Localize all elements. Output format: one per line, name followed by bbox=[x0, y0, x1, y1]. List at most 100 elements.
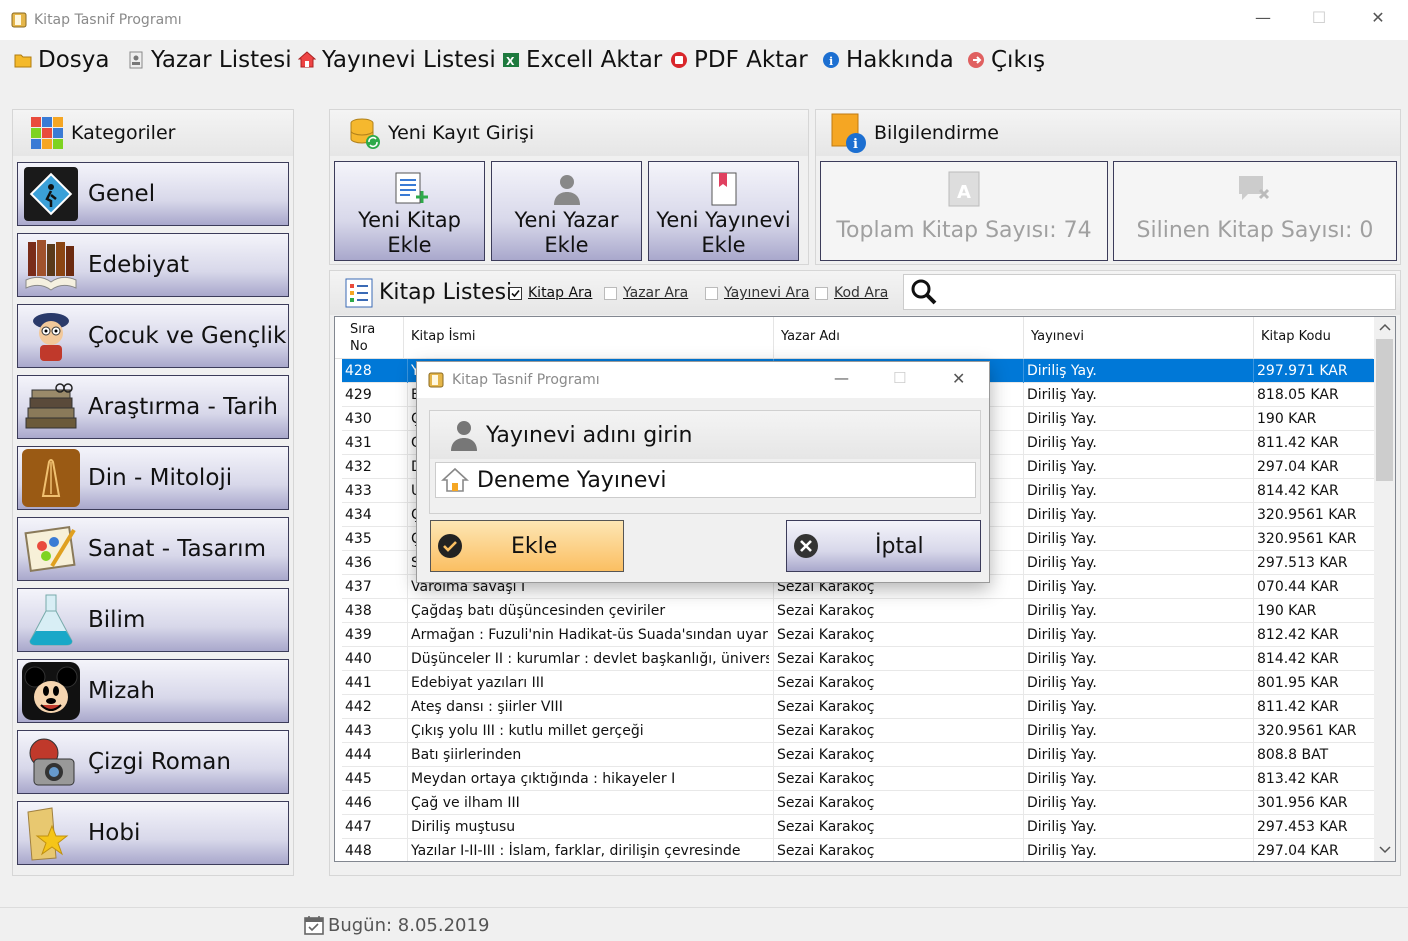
table-row[interactable]: 443 Çıkış yolu III : kutlu millet gerçeği… bbox=[342, 719, 1374, 743]
table-cell: Meydan ortaya çıktığında : hikayeler I bbox=[407, 767, 769, 791]
table-row[interactable]: 448 Yazılar I-II-III : İslam, farklar, di… bbox=[342, 839, 1374, 861]
table-cell: Düşünceler II : kurumlar : devlet başkan… bbox=[407, 647, 769, 671]
search-publisher-option[interactable]: Yayınevi Ara bbox=[705, 285, 809, 301]
minimize-button[interactable]: — bbox=[1251, 8, 1275, 27]
iptal-button[interactable]: İptal bbox=[786, 520, 981, 572]
table-row[interactable]: 441 Edebiyat yazıları III Sezai Karakoç Dir… bbox=[342, 671, 1374, 695]
book-a-icon: A bbox=[948, 171, 980, 207]
ekle-button[interactable]: Ekle bbox=[430, 520, 624, 572]
category-sanat-tasarim[interactable]: Sanat - Tasarım bbox=[17, 517, 289, 581]
search-publisher-checkbox[interactable] bbox=[705, 286, 718, 300]
category-hobi[interactable]: Hobi bbox=[17, 801, 289, 865]
table-row[interactable]: 440 Düşünceler II : kurumlar : devlet baş… bbox=[342, 647, 1374, 671]
category-mizah[interactable]: Mizah bbox=[17, 659, 289, 723]
close-button[interactable]: ✕ bbox=[1366, 8, 1390, 27]
comic-camera-icon bbox=[20, 732, 82, 792]
category-genel[interactable]: Genel bbox=[17, 162, 289, 226]
col-sira-no[interactable]: Sıra No bbox=[350, 321, 375, 355]
table-cell: 447 bbox=[345, 819, 372, 835]
category-cizgi-roman[interactable]: Çizgi Roman bbox=[17, 730, 289, 794]
dialog-maximize-button[interactable]: ☐ bbox=[893, 369, 906, 387]
table-cell: 438 bbox=[345, 603, 372, 619]
user-icon bbox=[451, 421, 477, 451]
dialog-minimize-button[interactable]: — bbox=[834, 369, 849, 387]
col-yayinevi[interactable]: Yayınevi bbox=[1031, 329, 1084, 344]
menu-yazar-listesi[interactable]: Yazar Listesi bbox=[127, 45, 292, 75]
search-code-checkbox[interactable] bbox=[815, 286, 828, 300]
praying-hands-icon bbox=[20, 448, 82, 508]
search-author-option[interactable]: Yazar Ara bbox=[604, 285, 688, 301]
table-cell: 070.44 KAR bbox=[1253, 575, 1374, 599]
category-cocuk-genclik[interactable]: Çocuk ve Gençlik bbox=[17, 304, 289, 368]
search-book-checkbox[interactable] bbox=[509, 286, 522, 300]
vertical-scrollbar[interactable] bbox=[1374, 317, 1395, 861]
search-code-option[interactable]: Kod Ara bbox=[815, 285, 888, 301]
table-cell: Armağan : Fuzuli'nin Hadikat-üs Suada'sı… bbox=[407, 623, 769, 647]
maximize-button[interactable]: ☐ bbox=[1307, 8, 1331, 27]
excel-icon: X bbox=[503, 53, 519, 68]
search-box[interactable] bbox=[903, 274, 1396, 310]
table-cell: Diriliş Yay. bbox=[1023, 431, 1249, 455]
scroll-up-icon[interactable] bbox=[1379, 322, 1391, 332]
new-publisher-button[interactable]: Yeni Yayınevi Ekle bbox=[648, 161, 799, 261]
table-cell: Diriliş Yay. bbox=[1023, 407, 1249, 431]
menu-pdf-aktar[interactable]: PDF Aktar bbox=[670, 45, 808, 75]
menu-hakkinda[interactable]: i Hakkında bbox=[822, 45, 954, 75]
col-kitap-kodu[interactable]: Kitap Kodu bbox=[1261, 329, 1331, 344]
category-bilim[interactable]: Bilim bbox=[17, 588, 289, 652]
general-icon bbox=[20, 164, 82, 224]
table-row[interactable]: 446 Çağ ve ilham III Sezai Karakoç Diriliş … bbox=[342, 791, 1374, 815]
category-arastirma-tarih[interactable]: Araştırma - Tarih bbox=[17, 375, 289, 439]
new-author-button[interactable]: Yeni Yazar Ekle bbox=[491, 161, 642, 261]
menu-excell-aktar[interactable]: X Excell Aktar bbox=[502, 45, 662, 75]
status-bar: Bugün: 8.05.2019 bbox=[303, 914, 489, 936]
dialog-prompt-header: Yayınevi adını girin bbox=[430, 411, 980, 459]
menu-yayinevi-listesi[interactable]: Yayınevi Listesi bbox=[298, 45, 496, 75]
search-icon bbox=[911, 279, 937, 305]
table-cell: Sezai Karakoç bbox=[773, 839, 1019, 861]
publisher-dialog: Kitap Tasnif Programı — ☐ ✕ Yayınevi adı… bbox=[416, 361, 990, 583]
table-cell: Diriliş Yay. bbox=[1023, 767, 1249, 791]
col-kitap-ismi[interactable]: Kitap İsmi bbox=[411, 329, 475, 344]
total-books-box: A Toplam Kitap Sayısı: 74 bbox=[820, 161, 1108, 261]
star-folder-icon bbox=[20, 803, 82, 863]
publisher-name-input[interactable] bbox=[475, 466, 975, 494]
info-header: i Bilgilendirme bbox=[816, 110, 1400, 156]
table-cell: 814.42 KAR bbox=[1253, 479, 1374, 503]
scroll-down-icon[interactable] bbox=[1379, 845, 1391, 855]
table-cell: 435 bbox=[345, 531, 372, 547]
history-books-icon bbox=[20, 377, 82, 437]
table-cell: Sezai Karakoç bbox=[773, 647, 1019, 671]
category-din-mitoloji[interactable]: Din - Mitoloji bbox=[17, 446, 289, 510]
menu-cikis[interactable]: Çıkış bbox=[967, 45, 1045, 75]
search-author-checkbox[interactable] bbox=[604, 286, 617, 300]
table-row[interactable]: 444 Batı şiirlerinden Sezai Karakoç Diriliş… bbox=[342, 743, 1374, 767]
table-cell: 297.453 KAR bbox=[1253, 815, 1374, 839]
table-cell: 297.513 KAR bbox=[1253, 551, 1374, 575]
new-book-button[interactable]: Yeni Kitap Ekle bbox=[334, 161, 485, 261]
table-row[interactable]: 445 Meydan ortaya çıktığında : hikayeler … bbox=[342, 767, 1374, 791]
dialog-title: Kitap Tasnif Programı bbox=[452, 372, 600, 388]
search-input[interactable] bbox=[946, 281, 1395, 303]
category-edebiyat[interactable]: Edebiyat bbox=[17, 233, 289, 297]
table-row[interactable]: 442 Ateş dansı : şiirler VIII Sezai Karako… bbox=[342, 695, 1374, 719]
table-row[interactable]: 438 Çağdaş batı düşüncesinden çeviriler Se… bbox=[342, 599, 1374, 623]
menu-dosya[interactable]: Dosya bbox=[14, 45, 109, 75]
table-cell: Diriliş Yay. bbox=[1023, 815, 1249, 839]
books-icon bbox=[20, 235, 82, 295]
col-yazar-adi[interactable]: Yazar Adı bbox=[781, 329, 840, 344]
table-cell: 436 bbox=[345, 555, 372, 571]
book-list-title: Kitap Listesi bbox=[379, 280, 513, 305]
table-row[interactable]: 439 Armağan : Fuzuli'nin Hadikat-üs Suada… bbox=[342, 623, 1374, 647]
publisher-input-box[interactable] bbox=[435, 462, 976, 498]
search-book-option[interactable]: Kitap Ara bbox=[509, 285, 592, 301]
scrollbar-thumb[interactable] bbox=[1376, 339, 1393, 481]
dialog-close-button[interactable]: ✕ bbox=[952, 369, 965, 388]
svg-text:A: A bbox=[957, 182, 971, 203]
table-cell: 432 bbox=[345, 459, 372, 475]
table-header: Sıra No Kitap İsmi Yazar Adı Yayınevi Ki… bbox=[335, 317, 1373, 359]
dialog-prompt: Yayınevi adını girin bbox=[486, 422, 693, 448]
total-books-label: Toplam Kitap Sayısı: 74 bbox=[836, 218, 1092, 243]
table-row[interactable]: 447 Diriliş muştusu Sezai Karakoç Diriliş Y… bbox=[342, 815, 1374, 839]
table-cell: Diriliş Yay. bbox=[1023, 551, 1249, 575]
